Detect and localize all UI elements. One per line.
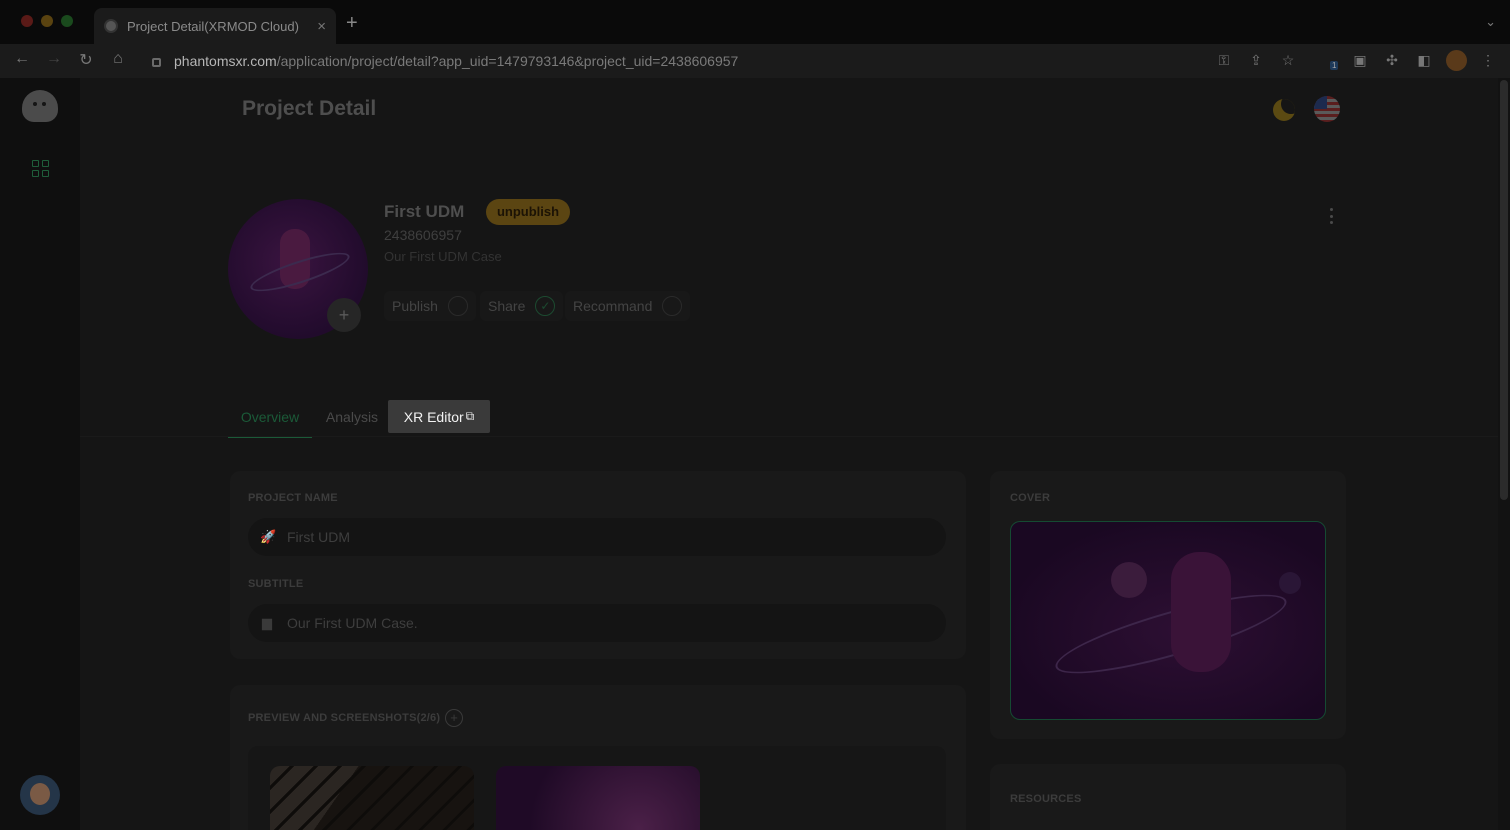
url-path: /application/project/detail?app_uid=1479… [276, 53, 739, 69]
lock-icon [152, 57, 161, 67]
reload-icon[interactable]: ↻ [75, 50, 97, 70]
favicon-icon [104, 19, 118, 33]
side-panel-icon[interactable]: ◧ [1415, 52, 1433, 70]
moon-theme-icon[interactable] [1273, 99, 1295, 121]
status-badge: unpublish [486, 199, 570, 225]
browser-tab[interactable]: Project Detail(XRMOD Cloud) × [94, 8, 336, 44]
app-window: { "browser": { "tab_title": "Project Det… [0, 0, 1510, 830]
recommand-toggle[interactable]: Recommand [565, 291, 691, 321]
preview-label: PREVIEW AND SCREENSHOTS(2/6) [248, 712, 441, 724]
xr-editor-label: XR Editor [403, 409, 464, 425]
back-arrow-icon[interactable]: ← [11, 50, 33, 68]
project-name-field[interactable]: 🚀 First UDM [248, 518, 946, 556]
forward-arrow-icon[interactable]: → [43, 50, 65, 68]
rocket-icon: 🚀 [260, 529, 277, 544]
url-host: phantomsxr.com [174, 53, 277, 69]
page-scrollbar[interactable] [1498, 78, 1510, 830]
ghost-logo-icon[interactable] [22, 90, 58, 122]
publish-toggle[interactable]: Publish [384, 291, 476, 321]
share-toggle[interactable]: Share ✓ [480, 291, 564, 321]
main-area: Project Detail + First UDM unpublish 243… [80, 78, 1498, 830]
scrollbar-thumb[interactable] [1500, 80, 1508, 500]
extension-badge: 1 [1330, 61, 1339, 70]
publish-label: Publish [392, 298, 438, 314]
share-label: Share [488, 298, 526, 314]
project-subtitle: Our First UDM Case [384, 249, 502, 264]
avatar-add-button[interactable]: + [327, 298, 361, 332]
tab-analysis[interactable]: Analysis [322, 400, 382, 438]
publish-check-circle-icon[interactable] [447, 296, 468, 316]
project-name-value: First UDM [287, 529, 350, 545]
close-window-button[interactable] [21, 15, 33, 27]
subtitle-value: Our First UDM Case. [287, 615, 418, 631]
tab-xr-editor[interactable]: XR Editor ⧉ [388, 400, 490, 433]
external-link-icon: ⧉ [465, 409, 475, 423]
cover-image[interactable] [1010, 521, 1326, 720]
tabs-divider [80, 436, 1498, 437]
bookmark-star-icon[interactable]: ☆ [1279, 52, 1297, 70]
resources-label: RESOURCES [1010, 793, 1082, 805]
maximize-window-button[interactable] [61, 15, 73, 27]
minimize-window-button[interactable] [41, 15, 53, 27]
new-tab-button[interactable]: + [346, 12, 358, 35]
page-title: Project Detail [242, 97, 377, 120]
user-avatar[interactable] [20, 775, 60, 815]
clipboard-icon: ▆ [262, 615, 272, 630]
browser-menu-icon[interactable]: ⋮ [1479, 52, 1497, 70]
screen-capture-icon[interactable]: ▣ [1351, 52, 1369, 70]
tab-overview[interactable]: Overview [228, 400, 312, 438]
cover-label: COVER [1010, 492, 1051, 504]
screenshot-thumbnail[interactable] [496, 766, 700, 830]
extension-icon-1[interactable]: 1 [1322, 52, 1340, 70]
recommand-check-circle-icon[interactable] [662, 296, 683, 316]
screenshot-thumbnail[interactable] [270, 766, 474, 830]
us-flag-language-icon[interactable] [1314, 96, 1340, 122]
key-icon[interactable]: ⚿ [1215, 52, 1233, 70]
subtitle-field[interactable]: ▆ Our First UDM Case. [248, 604, 946, 642]
browser-tab-bar: Project Detail(XRMOD Cloud) × + ⌄ [0, 0, 1510, 44]
recommand-label: Recommand [573, 298, 653, 314]
browser-toolbar: ← → ↻ ⌂ phantomsxr.com/application/proje… [0, 44, 1510, 78]
tab-title: Project Detail(XRMOD Cloud) [127, 18, 299, 34]
add-screenshot-icon[interactable]: + [445, 709, 463, 727]
subtitle-label: SUBTITLE [248, 578, 304, 590]
project-name-label: PROJECT NAME [248, 492, 338, 504]
sidebar [0, 78, 80, 830]
share-check-circle-icon[interactable]: ✓ [535, 296, 556, 316]
project-name: First UDM [384, 202, 465, 221]
grid-apps-icon[interactable] [32, 160, 49, 177]
tab-search-chevron-icon[interactable]: ⌄ [1485, 14, 1496, 30]
browser-profile-avatar[interactable] [1446, 50, 1467, 71]
share-icon[interactable]: ⇪ [1247, 52, 1265, 70]
page-content: Project Detail + First UDM unpublish 243… [0, 78, 1510, 830]
more-options-icon[interactable] [1330, 208, 1334, 224]
home-icon[interactable]: ⌂ [107, 50, 129, 68]
address-bar[interactable]: phantomsxr.com/application/project/detai… [140, 48, 1200, 74]
project-id: 2438606957 [384, 227, 462, 243]
puzzle-extensions-icon[interactable]: ✣ [1383, 52, 1401, 70]
tab-close-icon[interactable]: × [317, 18, 326, 35]
